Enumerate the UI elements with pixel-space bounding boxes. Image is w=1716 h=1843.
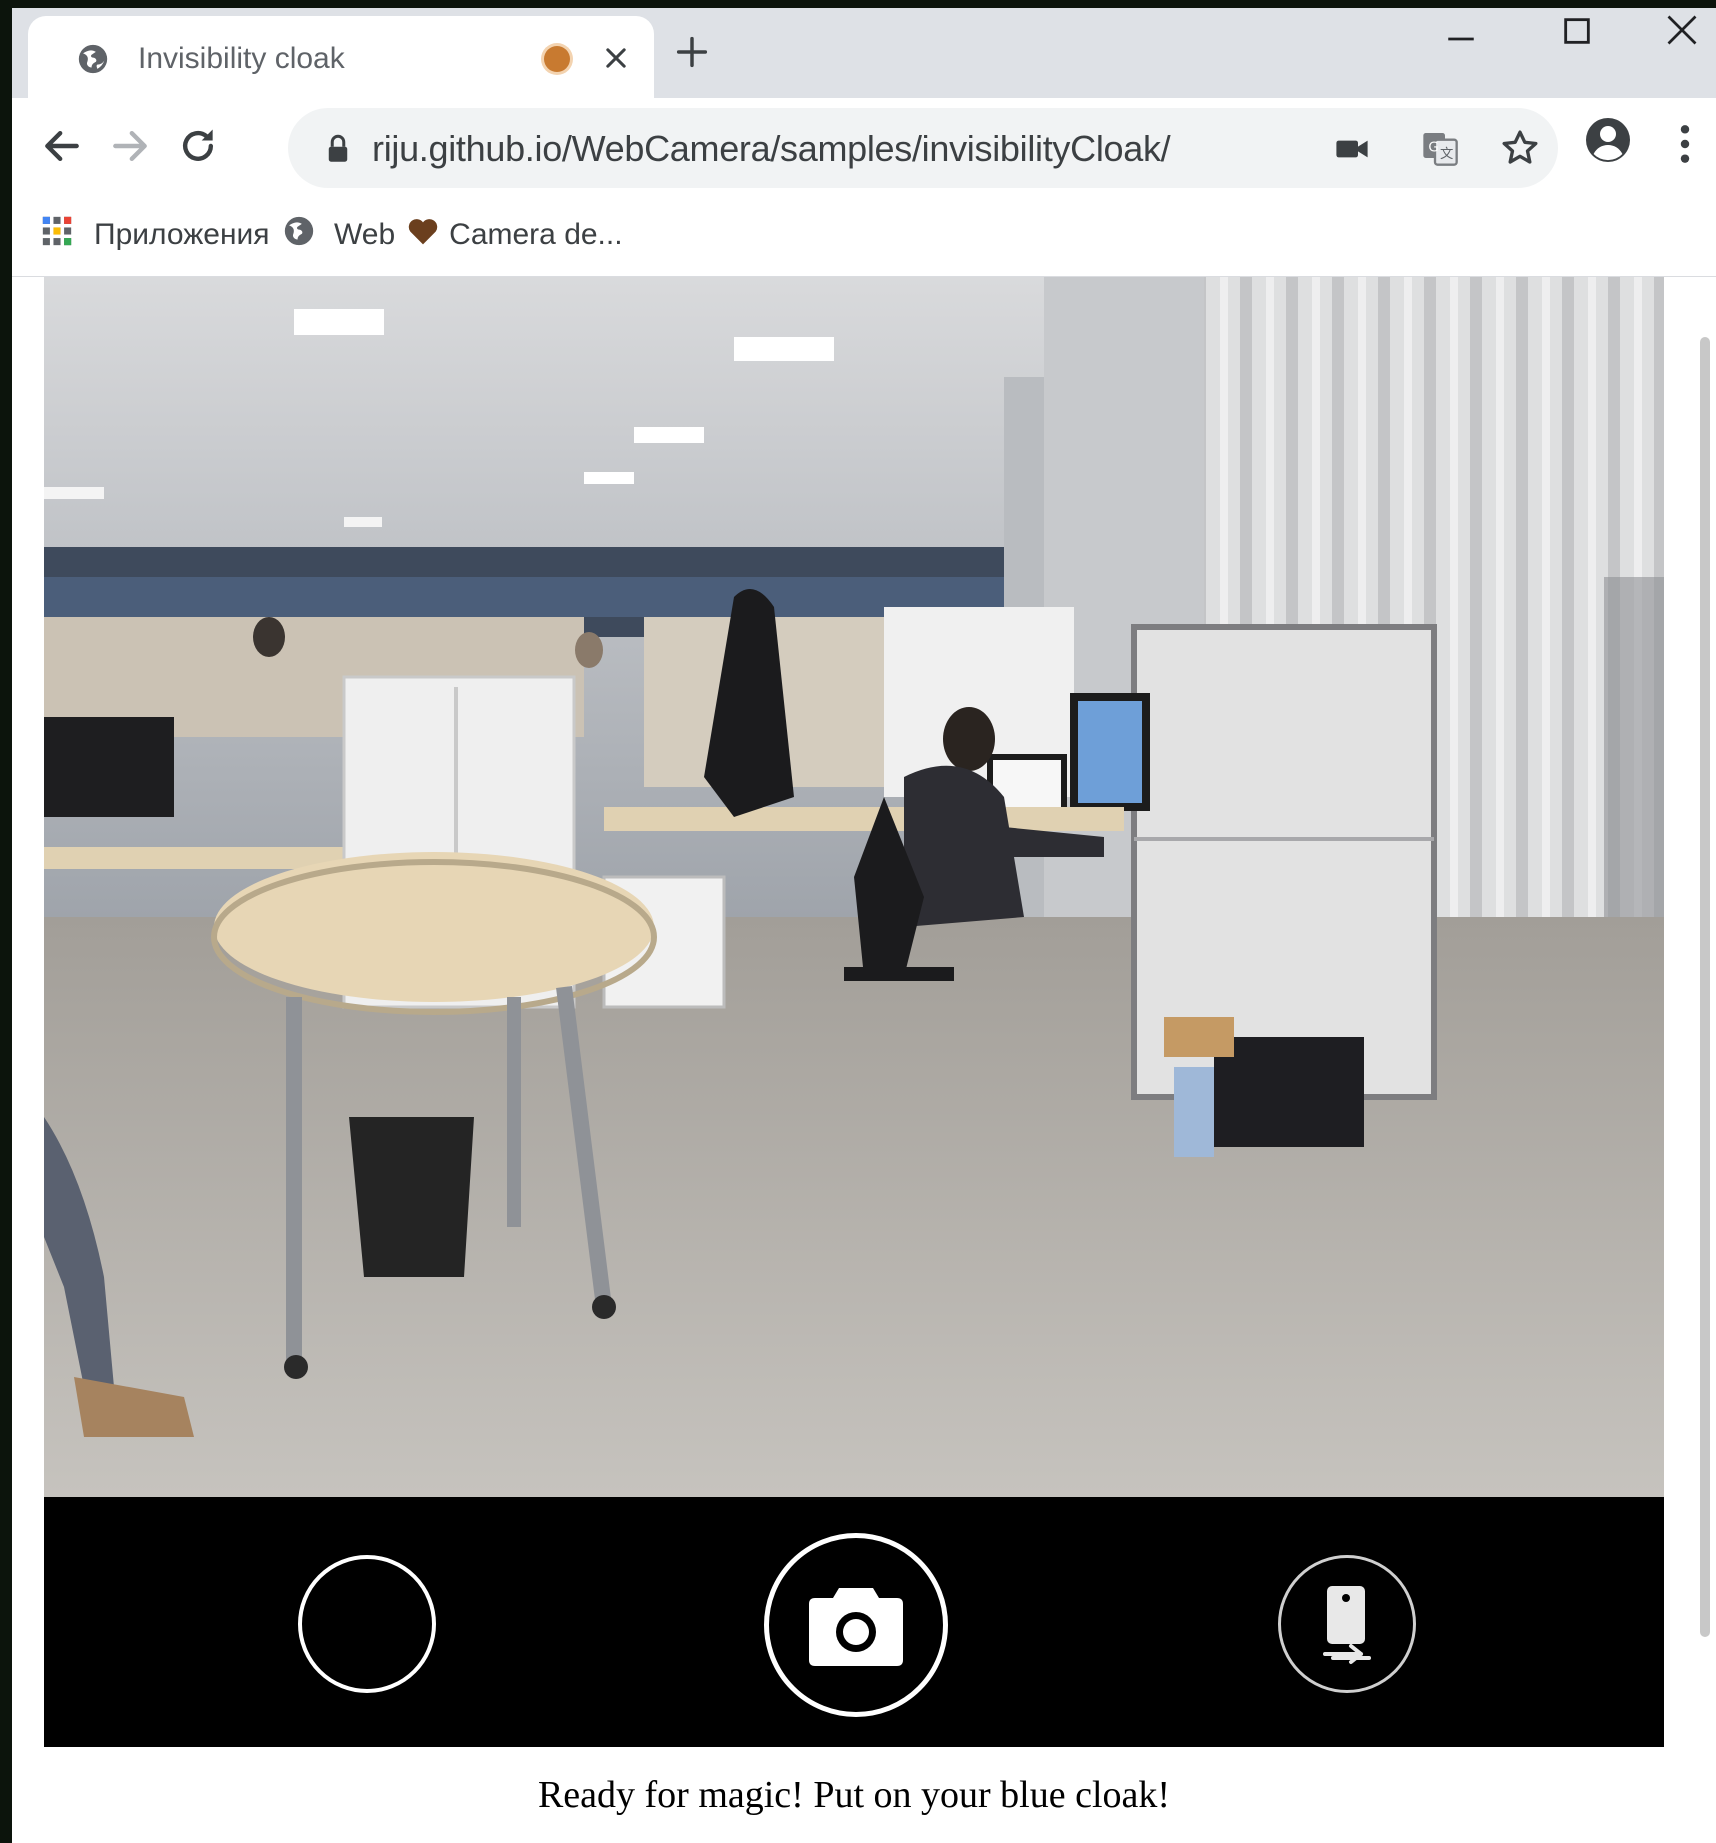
bookmark-label: Web <box>334 218 396 251</box>
profile-avatar-icon[interactable] <box>1584 116 1632 169</box>
capture-button[interactable] <box>764 1533 948 1717</box>
url-text: riju.github.io/WebCamera/samples/invisib… <box>372 128 1171 169</box>
bookmark-label: Camera de... <box>449 218 623 251</box>
page-content: Ready for magic! Put on your blue cloak! <box>12 277 1716 1843</box>
minimize-icon[interactable] <box>1444 22 1478 61</box>
bookmark-label: Приложения <box>94 218 270 251</box>
bookmark-web-camera[interactable]: Web Camera de... <box>282 212 623 258</box>
apps-grid-icon <box>40 214 74 256</box>
tab-title: Invisibility cloak <box>138 42 345 75</box>
globe-icon <box>76 42 110 81</box>
bookmark-star-icon[interactable] <box>1500 128 1540 173</box>
forward-icon[interactable] <box>108 124 152 173</box>
bookmarks-bar: Приложения Web Camera de... <box>12 198 1716 277</box>
status-message: Ready for magic! Put on your blue cloak! <box>537 1774 1171 1816</box>
svg-text:文: 文 <box>1440 146 1453 162</box>
browser-tab[interactable]: Invisibility cloak <box>28 16 654 98</box>
close-tab-icon[interactable] <box>602 44 630 77</box>
back-icon[interactable] <box>40 124 84 173</box>
tab-strip: Invisibility cloak <box>12 8 1716 98</box>
camera-in-use-icon[interactable] <box>1334 134 1370 169</box>
address-bar[interactable]: riju.github.io/WebCamera/samples/invisib… <box>288 108 1558 188</box>
browser-window: Invisibility cloak riju.github.io/WebCam… <box>12 8 1716 1843</box>
window-close-icon[interactable] <box>1664 12 1700 53</box>
scrollbar-thumb[interactable] <box>1700 337 1710 1637</box>
bookmark-apps[interactable]: Приложения <box>40 212 270 258</box>
more-menu-icon[interactable] <box>1678 122 1692 171</box>
recording-indicator-icon <box>544 46 570 72</box>
switch-camera-button[interactable] <box>1278 1555 1416 1693</box>
new-tab-icon[interactable] <box>676 36 708 73</box>
maximize-icon[interactable] <box>1560 14 1594 53</box>
lock-icon <box>326 134 350 169</box>
reload-icon[interactable] <box>176 124 220 173</box>
camera-controls-bar <box>44 1497 1664 1747</box>
effect-toggle-button[interactable] <box>298 1555 436 1693</box>
scrollbar[interactable] <box>1698 277 1712 1677</box>
svg-text:G: G <box>1428 140 1438 155</box>
globe-icon <box>282 214 316 256</box>
camera-video-feed <box>44 277 1664 1497</box>
translate-icon[interactable]: G文 <box>1420 128 1460 173</box>
heart-icon <box>407 216 439 254</box>
browser-toolbar: riju.github.io/WebCamera/samples/invisib… <box>12 98 1716 198</box>
